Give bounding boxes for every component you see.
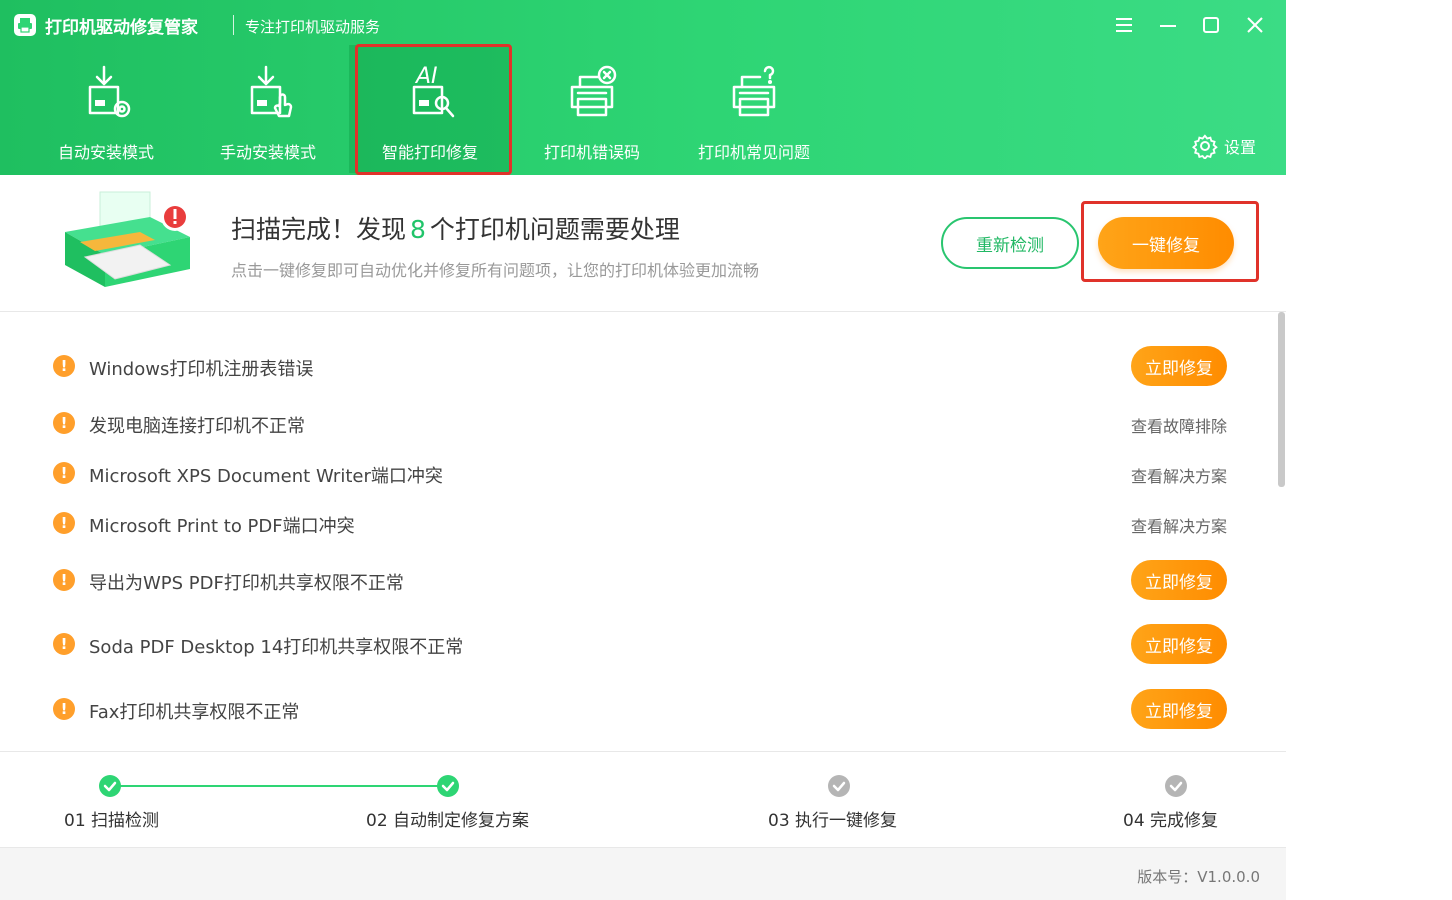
minimize-icon[interactable] (1157, 14, 1179, 36)
footer: 版本号：V1.0.0.0 (0, 848, 1286, 900)
header: 打印机驱动修复管家 专注打印机驱动服务 自动安装模式 手动安装模式 AI 智能打… (0, 0, 1286, 175)
step-check-icon (99, 775, 121, 797)
nav-printer-error-code[interactable]: 打印机错误码 (511, 45, 673, 173)
title-divider (233, 15, 234, 35)
scan-summary: 扫描完成！发现 8 个打印机问题需要处理 点击一键修复即可自动优化并修复所有问题项，… (0, 175, 1286, 312)
issue-row: ! Microsoft XPS Document Writer端口冲突 查看解决… (0, 453, 1260, 493)
step-label: 02 自动制定修复方案 (366, 811, 530, 831)
warning-icon: ! (53, 412, 75, 434)
warning-icon: ! (53, 633, 75, 655)
issue-list: ! Windows打印机注册表错误 立即修复 ! 发现电脑连接打印机不正常 查看… (0, 312, 1286, 752)
issue-text: Soda PDF Desktop 14打印机共享权限不正常 (89, 637, 464, 658)
ai-icon-text: AI (414, 64, 438, 89)
solution-link[interactable]: 查看解决方案 (1131, 513, 1227, 537)
nav-label: 智能打印修复 (381, 143, 478, 162)
solution-link[interactable]: 查看解决方案 (1131, 463, 1227, 487)
app-title: 打印机驱动修复管家 (45, 18, 198, 38)
step-label: 03 执行一键修复 (768, 811, 898, 831)
close-icon[interactable] (1244, 14, 1266, 36)
nav-label: 打印机错误码 (543, 143, 640, 162)
issue-text: Fax打印机共享权限不正常 (89, 702, 300, 723)
warning-icon: ! (53, 355, 75, 377)
maximize-icon[interactable] (1200, 14, 1222, 36)
warning-icon: ! (53, 462, 75, 484)
fix-all-button[interactable]: 一键修复 (1098, 217, 1234, 269)
app-logo-icon (14, 14, 36, 36)
troubleshoot-link[interactable]: 查看故障排除 (1131, 413, 1227, 437)
issue-row: ! 导出为WPS PDF打印机共享权限不正常 立即修复 (0, 560, 1260, 600)
issue-text: 导出为WPS PDF打印机共享权限不正常 (89, 573, 404, 594)
scan-result-title: 扫描完成！发现 8 个打印机问题需要处理 (231, 210, 680, 246)
step-pending-icon (828, 775, 850, 797)
gear-icon (1192, 134, 1218, 159)
menu-icon[interactable] (1113, 14, 1135, 36)
issue-text: Microsoft Print to PDF端口冲突 (89, 516, 355, 537)
issue-row: ! 发现电脑连接打印机不正常 查看故障排除 (0, 403, 1260, 443)
warning-icon: ! (53, 698, 75, 720)
nav-auto-install[interactable]: 自动安装模式 (25, 45, 187, 173)
title-prefix: 扫描完成！发现 (231, 215, 407, 244)
settings-label: 设置 (1224, 138, 1257, 157)
step-label: 01 扫描检测 (64, 811, 160, 831)
issue-row: ! Microsoft Print to PDF端口冲突 查看解决方案 (0, 503, 1260, 543)
printer-error-icon (560, 63, 624, 127)
auto-install-icon (74, 63, 138, 127)
scrollbar-thumb[interactable] (1278, 312, 1285, 487)
issue-count: 8 (410, 215, 426, 244)
app-subtitle: 专注打印机驱动服务 (245, 18, 381, 36)
nav-label: 手动安装模式 (219, 143, 316, 162)
manual-install-icon (236, 63, 300, 127)
step-label: 04 完成修复 (1123, 811, 1219, 831)
step-pending-icon (1165, 775, 1187, 797)
app-window: 打印机驱动修复管家 专注打印机驱动服务 自动安装模式 手动安装模式 AI 智能打… (0, 0, 1286, 900)
warning-icon: ! (53, 569, 75, 591)
issue-text: Windows打印机注册表错误 (89, 359, 314, 380)
warning-icon: ! (53, 512, 75, 534)
fix-now-button[interactable]: 立即修复 (1131, 560, 1227, 600)
ai-repair-icon: AI (398, 63, 462, 127)
nav-manual-install[interactable]: 手动安装模式 (187, 45, 349, 173)
nav-label: 打印机常见问题 (697, 143, 810, 162)
settings-button[interactable]: 设置 (1192, 133, 1256, 159)
scan-result-description: 点击一键修复即可自动优化并修复所有问题项，让您的打印机体验更加流畅 (231, 261, 760, 280)
issue-text: Microsoft XPS Document Writer端口冲突 (89, 466, 443, 487)
titlebar: 打印机驱动修复管家 专注打印机驱动服务 (0, 0, 1286, 50)
printer-faq-icon (722, 63, 786, 127)
issue-row: ! Fax打印机共享权限不正常 立即修复 (0, 689, 1260, 729)
fix-now-button[interactable]: 立即修复 (1131, 624, 1227, 664)
progress-steps: 01 扫描检测 02 自动制定修复方案 03 执行一键修复 04 完成修复 (0, 752, 1286, 848)
step-connector-done (120, 785, 438, 787)
printer-illustration (55, 187, 200, 302)
issue-row: ! Soda PDF Desktop 14打印机共享权限不正常 立即修复 (0, 624, 1260, 664)
issue-text: 发现电脑连接打印机不正常 (89, 416, 305, 437)
nav-label: 自动安装模式 (57, 143, 154, 162)
fix-now-button[interactable]: 立即修复 (1131, 346, 1227, 386)
issue-row: ! Windows打印机注册表错误 立即修复 (0, 346, 1260, 386)
rescan-button[interactable]: 重新检测 (941, 217, 1079, 269)
version-label: 版本号：V1.0.0.0 (1137, 868, 1260, 886)
step-check-icon (437, 775, 459, 797)
nav-printer-faq[interactable]: 打印机常见问题 (673, 45, 835, 173)
main-nav: 自动安装模式 手动安装模式 AI 智能打印修复 打印机错误码 打印机常见问题 (25, 45, 835, 173)
nav-ai-repair[interactable]: AI 智能打印修复 (349, 45, 511, 173)
fix-now-button[interactable]: 立即修复 (1131, 689, 1227, 729)
title-suffix: 个打印机问题需要处理 (429, 215, 680, 244)
